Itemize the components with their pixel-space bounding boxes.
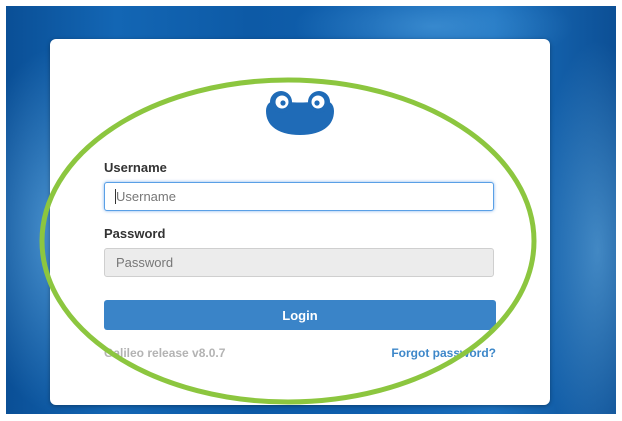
username-label: Username [104, 160, 167, 175]
password-input[interactable] [104, 248, 494, 277]
text-cursor [115, 189, 116, 204]
desktop-background: Username Password Login Galileo release … [6, 6, 616, 414]
release-version-text: Galileo release v8.0.7 [104, 346, 226, 360]
frog-logo-icon [266, 91, 334, 135]
login-card: Username Password Login Galileo release … [50, 39, 550, 405]
forgot-password-link[interactable]: Forgot password? [391, 346, 496, 360]
password-label: Password [104, 226, 166, 241]
login-button[interactable]: Login [104, 300, 496, 330]
username-input[interactable] [104, 182, 494, 211]
